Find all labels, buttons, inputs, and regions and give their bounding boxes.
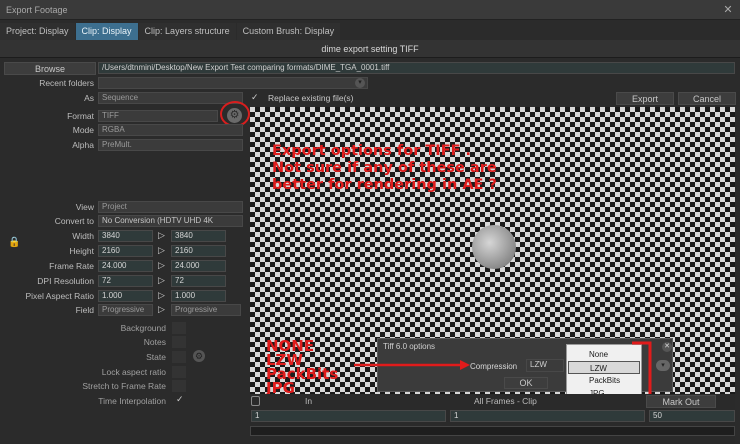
framerate-input-source[interactable]: 24.000 (98, 260, 153, 272)
tab-bar: Project: Display Clip: Display Clip: Lay… (0, 23, 740, 40)
field-select-source[interactable]: Progressive (98, 304, 153, 316)
annotation-line-2: Not sure if any of these are (272, 160, 497, 176)
format-select[interactable]: TIFF (98, 110, 218, 122)
stretch-checkbox[interactable] (172, 380, 186, 392)
path-field[interactable]: /Users/dtnmini/Desktop/New Export Test c… (98, 62, 735, 74)
checkmark-icon[interactable]: ✓ (176, 394, 184, 405)
export-button[interactable]: Export (616, 92, 674, 105)
framerate-label: Frame Rate (49, 261, 94, 271)
window-title: Export Footage (6, 5, 68, 15)
cancel-button[interactable]: Cancel (678, 92, 736, 105)
annotation-arrow (354, 360, 470, 370)
mode-label: Mode (72, 125, 94, 135)
height-input-source[interactable]: 2160 (98, 245, 153, 257)
browse-button[interactable]: Browse (4, 62, 96, 75)
play-arrow-icon[interactable]: ▷ (158, 230, 165, 241)
annotation-list: NONE LZW PackBits JPG (266, 339, 338, 397)
chevron-down-icon[interactable]: ▾ (355, 78, 365, 88)
as-label: As (84, 93, 94, 103)
alpha-select[interactable]: PreMult. (98, 139, 243, 151)
dpi-input-target[interactable]: 72 (171, 275, 226, 287)
width-label: Width (72, 231, 94, 241)
play-arrow-icon[interactable]: ▷ (158, 290, 165, 301)
field-label: Field (75, 305, 94, 315)
annotation-line-1: Export options for TIFF . (272, 143, 472, 159)
time-interp-label: Time Interpolation (98, 396, 166, 406)
compression-select[interactable]: LZW (526, 359, 564, 372)
view-label: View (75, 202, 94, 212)
notes-checkbox[interactable] (172, 336, 186, 348)
mode-select[interactable]: RGBA (98, 124, 243, 136)
height-label: Height (69, 246, 94, 256)
par-input-target[interactable]: 1.000 (171, 290, 226, 302)
annotation-note: Export options for TIFF . Not sure if an… (272, 143, 497, 194)
range-select[interactable]: All Frames - Clip (474, 396, 537, 406)
ok-button[interactable]: OK (504, 377, 548, 389)
recent-folders-label: Recent folders (39, 78, 94, 88)
as-select[interactable]: Sequence (98, 92, 243, 104)
play-arrow-icon[interactable]: ▷ (158, 304, 165, 315)
height-input-target[interactable]: 2160 (171, 245, 226, 257)
loop-icon[interactable] (251, 396, 260, 406)
tab-custom-brush-display[interactable]: Custom Brush: Display (236, 23, 341, 40)
in-frame-input[interactable]: 1 (251, 410, 446, 422)
state-label: State (146, 352, 166, 362)
tab-project-display[interactable]: Project: Display (0, 23, 75, 40)
coin-image (472, 225, 516, 269)
alpha-label: Alpha (72, 140, 94, 150)
convert-select[interactable]: No Conversion (HDTV UHD 4K (98, 215, 243, 227)
replace-existing-label: Replace existing file(s) (268, 93, 354, 103)
mark-out-button[interactable]: Mark Out (646, 395, 716, 408)
play-arrow-icon[interactable]: ▷ (158, 275, 165, 286)
convert-label: Convert to (54, 216, 94, 226)
lock-aspect-checkbox[interactable] (172, 366, 186, 378)
notes-label: Notes (143, 337, 166, 347)
field-select-target[interactable]: Progressive (171, 304, 241, 316)
play-arrow-icon[interactable]: ▷ (158, 245, 165, 256)
out-frame-input[interactable]: 50 (649, 410, 735, 422)
current-frame-input[interactable]: 1 (450, 410, 645, 422)
preset-header: dime export setting TIFF (0, 40, 740, 58)
width-input-source[interactable]: 3840 (98, 230, 153, 242)
annotation-line-3: better for rendering in AE ? (272, 177, 497, 193)
dpi-input-source[interactable]: 72 (98, 275, 153, 287)
view-select[interactable]: Project (98, 201, 243, 213)
chevron-down-icon[interactable]: ▾ (656, 360, 670, 371)
timeline-scrubber[interactable] (250, 426, 735, 436)
framerate-input-target[interactable]: 24.000 (171, 260, 226, 272)
compression-label: Compression (470, 362, 518, 371)
checkmark-icon[interactable]: ✓ (251, 92, 261, 104)
background-checkbox[interactable] (172, 322, 186, 334)
window-titlebar: Export Footage (0, 0, 740, 20)
lock-aspect-label: Lock aspect ratio (101, 367, 166, 377)
annotation-list-item: JPG (266, 379, 295, 397)
tiff-dialog-title: Tiff 6.0 options (383, 342, 436, 351)
background-label: Background (120, 323, 166, 333)
stretch-label: Stretch to Frame Rate (82, 381, 166, 391)
format-label: Format (67, 111, 94, 121)
width-input-target[interactable]: 3840 (171, 230, 226, 242)
tab-clip-display[interactable]: Clip: Display (75, 23, 138, 40)
close-icon[interactable]: ✕ (722, 4, 734, 16)
mark-in-label[interactable]: In (305, 396, 312, 406)
tab-clip-layers-structure[interactable]: Clip: Layers structure (138, 23, 236, 40)
par-input-source[interactable]: 1.000 (98, 290, 153, 302)
dpi-label: DPI Resolution (37, 276, 94, 286)
state-checkbox[interactable] (172, 351, 186, 363)
par-label: Pixel Aspect Ratio (25, 291, 94, 301)
play-arrow-icon[interactable]: ▷ (158, 260, 165, 271)
close-icon[interactable]: ✕ (662, 342, 672, 352)
gear-icon[interactable]: ⚙ (193, 350, 205, 362)
recent-folders-select[interactable] (98, 77, 368, 89)
